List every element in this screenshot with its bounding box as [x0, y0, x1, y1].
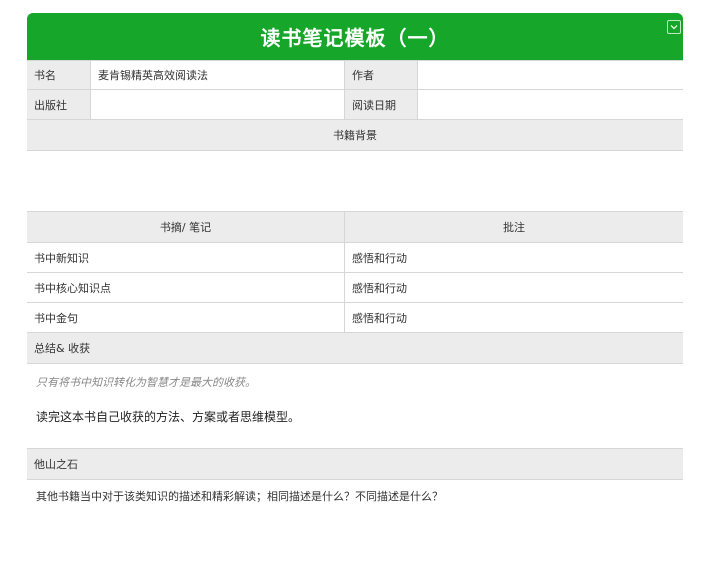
note-label-new-knowledge[interactable]: 书中新知识 — [27, 243, 344, 272]
note-label-golden-quotes[interactable]: 书中金句 — [27, 303, 344, 332]
background-field[interactable] — [27, 151, 683, 211]
page-title: 读书笔记模板（一） — [260, 26, 450, 50]
template-header: 读书笔记模板（一） — [27, 13, 683, 60]
summary-label: 总结& 收获 — [34, 342, 91, 355]
summary-section-header: 总结& 收获 — [27, 333, 683, 364]
excerpt-column-header: 书摘/ 笔记 — [159, 221, 212, 234]
notes-row: 书中新知识 感悟和行动 — [27, 243, 683, 273]
note-comment-golden-quotes[interactable]: 感悟和行动 — [344, 303, 683, 332]
notes-row: 书中核心知识点 感悟和行动 — [27, 273, 683, 303]
read-date-label: 阅读日期 — [344, 90, 417, 119]
others-text[interactable]: 其他书籍当中对于该类知识的描述和精彩解读；相同描述是什么？不同描述是什么？ — [36, 488, 443, 504]
comment-column-header: 批注 — [344, 212, 683, 242]
book-name-label: 书名 — [27, 61, 90, 89]
note-label-core-points[interactable]: 书中核心知识点 — [27, 273, 344, 302]
collapse-icon[interactable] — [667, 20, 681, 34]
background-label: 书籍背景 — [333, 129, 377, 142]
note-comment-core-points[interactable]: 感悟和行动 — [344, 273, 683, 302]
notes-row: 书中金句 感悟和行动 — [27, 303, 683, 333]
read-date-field[interactable] — [417, 90, 683, 119]
summary-content[interactable]: 只有将书中知识转化为智慧才是最大的收获。 读完这本书自己收获的方法、方案或者思维… — [27, 364, 683, 449]
info-row-publisher: 出版社 阅读日期 — [27, 90, 683, 120]
summary-text[interactable]: 读完这本书自己收获的方法、方案或者思维模型。 — [36, 408, 300, 425]
background-content[interactable] — [27, 151, 683, 212]
notes-header-row: 书摘/ 笔记 批注 — [27, 212, 683, 243]
summary-hint: 只有将书中知识转化为智慧才是最大的收获。 — [36, 376, 256, 389]
author-field[interactable] — [417, 61, 683, 89]
info-row-book: 书名 麦肯锡精英高效阅读法 作者 — [27, 60, 683, 90]
others-content[interactable]: 其他书籍当中对于该类知识的描述和精彩解读；相同描述是什么？不同描述是什么？ — [27, 480, 683, 573]
publisher-label: 出版社 — [27, 90, 90, 119]
background-section-header: 书籍背景 — [27, 120, 683, 151]
book-name-field[interactable]: 麦肯锡精英高效阅读法 — [90, 61, 344, 89]
author-label: 作者 — [344, 61, 417, 89]
others-section-header: 他山之石 — [27, 449, 683, 480]
note-comment-new-knowledge[interactable]: 感悟和行动 — [344, 243, 683, 272]
publisher-field[interactable] — [90, 90, 344, 119]
others-label: 他山之石 — [34, 458, 78, 471]
reading-notes-sheet: 读书笔记模板（一） 书名 麦肯锡精英高效阅读法 作者 出版社 阅读日期 书籍背景… — [27, 13, 683, 573]
